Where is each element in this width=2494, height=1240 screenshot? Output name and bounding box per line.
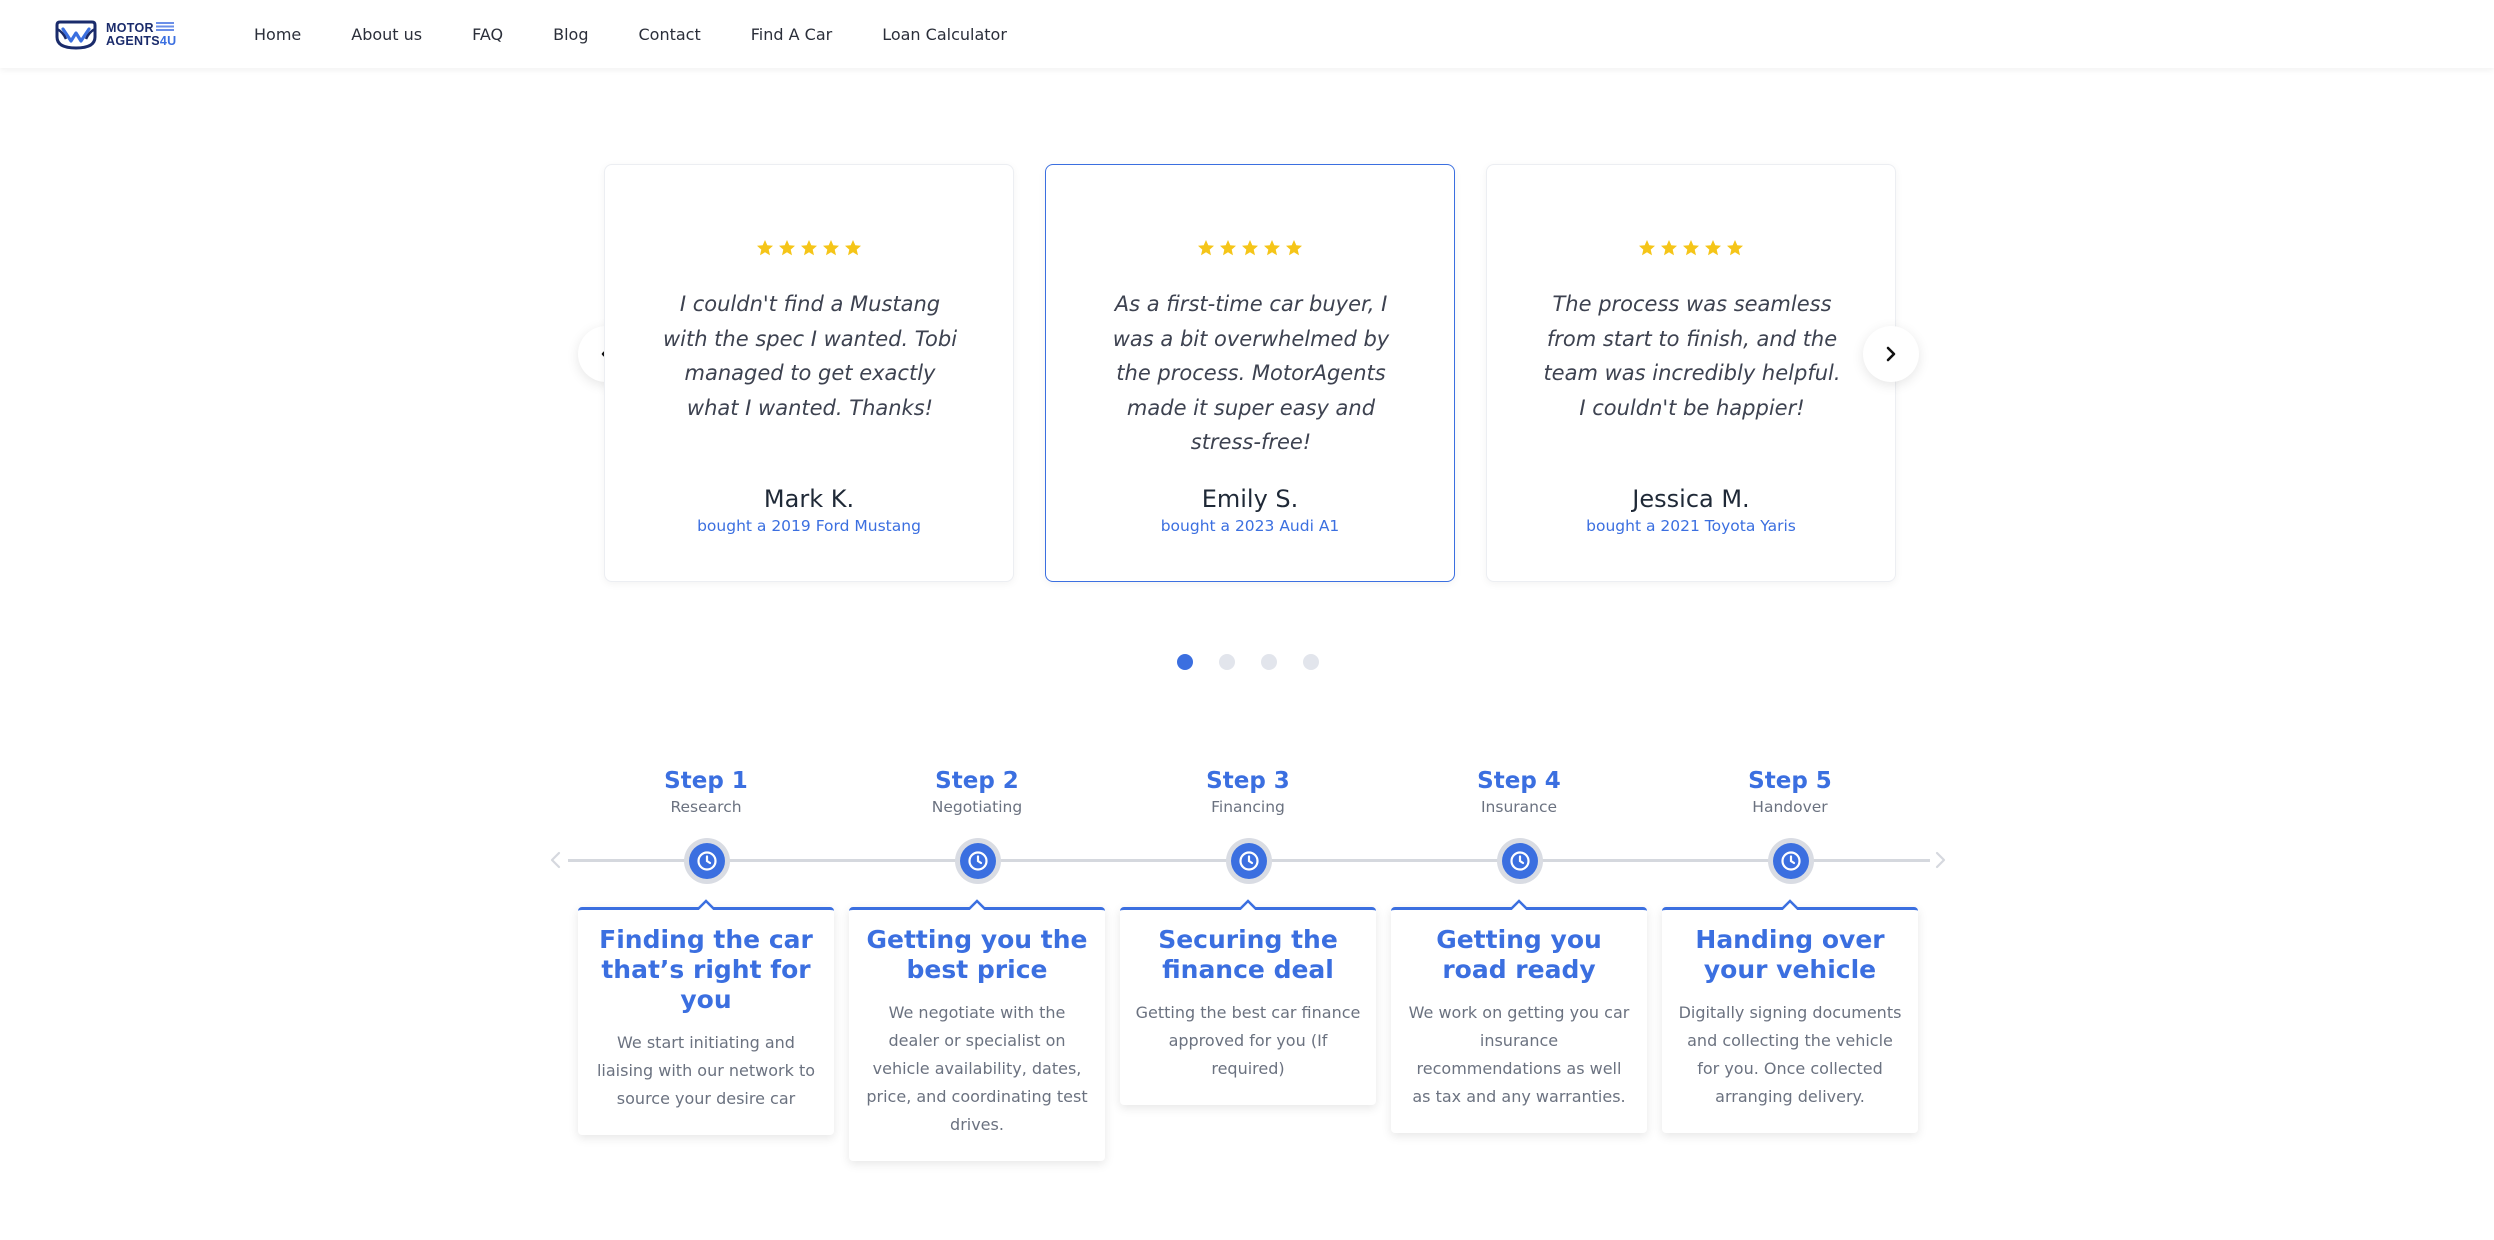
carousel-dot-2[interactable] [1219, 654, 1235, 670]
star-icon [801, 240, 817, 256]
card-notch [1781, 896, 1799, 910]
step-card-title: Finding the car that’s right for you [599, 925, 813, 1014]
star-icon [823, 240, 839, 256]
star-rating [1046, 239, 1454, 257]
testimonial-author: Emily S. [1201, 485, 1299, 513]
clock-icon [1510, 851, 1530, 871]
timeline-node-5[interactable] [1768, 838, 1814, 884]
star-icon [1198, 240, 1214, 256]
step-card-description: We work on getting you car insurance rec… [1408, 1003, 1630, 1106]
testimonial-author: Jessica M. [1632, 485, 1750, 513]
step-card-description: Digitally signing documents and collecti… [1678, 1003, 1902, 1106]
chevron-right-icon [1935, 851, 1946, 869]
chevron-right-icon [1886, 346, 1896, 362]
star-icon [779, 240, 795, 256]
testimonial-purchase: bought a 2019 Ford Mustang [697, 517, 921, 535]
site-logo[interactable]: MOTOR AGENTS4U [54, 18, 176, 52]
step-label: Step 5 [1748, 768, 1832, 794]
timeline-node-4[interactable] [1497, 838, 1543, 884]
step-card-title: Securing the finance deal [1158, 925, 1338, 984]
chevron-left-icon [550, 851, 561, 869]
step-header-4: Step 4 Insurance [1391, 768, 1647, 816]
carousel-next-button[interactable] [1863, 326, 1919, 382]
step-header-2: Step 2 Negotiating [849, 768, 1105, 816]
timeline-node-3[interactable] [1226, 838, 1272, 884]
star-icon [1661, 240, 1677, 256]
step-card-1: Finding the car that’s right for you We … [578, 899, 834, 1135]
testimonial-card: I couldn't find a Mustang with the spec … [604, 164, 1014, 582]
timeline-next-button[interactable] [1930, 849, 1950, 871]
nav-link-loan-calculator[interactable]: Loan Calculator [882, 25, 1007, 44]
star-rating [1487, 239, 1895, 257]
step-header-3: Step 3 Financing [1120, 768, 1376, 816]
logo-text: MOTOR AGENTS4U [106, 21, 177, 48]
clock-icon [697, 851, 717, 871]
nav-link-home[interactable]: Home [254, 25, 301, 44]
star-rating [605, 239, 1013, 257]
step-card-title: Getting you road ready [1436, 925, 1602, 984]
step-card-title: Handing over your vehicle [1695, 925, 1885, 984]
nav-link-faq[interactable]: FAQ [472, 25, 503, 44]
card-notch [697, 896, 715, 910]
star-icon [1705, 240, 1721, 256]
clock-icon [968, 851, 988, 871]
clock-icon [1239, 851, 1259, 871]
step-card-5: Handing over your vehicle Digitally sign… [1662, 899, 1918, 1133]
logo-mark-icon [55, 20, 97, 50]
step-card-description: We negotiate with the dealer or speciali… [866, 1003, 1088, 1134]
nav-links: Home About us FAQ Blog Contact Find A Ca… [254, 0, 1057, 68]
star-icon [1683, 240, 1699, 256]
step-name: Handover [1752, 798, 1828, 816]
testimonial-quote: The process was seamless from start to f… [1543, 292, 1841, 420]
timeline-node-1[interactable] [684, 838, 730, 884]
step-header-5: Step 5 Handover [1662, 768, 1918, 816]
step-card-description: We start initiating and liaising with ou… [596, 1033, 816, 1108]
step-name: Financing [1211, 798, 1285, 816]
nav-link-about[interactable]: About us [351, 25, 422, 44]
step-card-3: Securing the finance deal Getting the be… [1120, 899, 1376, 1105]
star-icon [1264, 240, 1280, 256]
step-card-title: Getting you the best price [866, 925, 1088, 984]
step-label: Step 4 [1477, 768, 1561, 794]
star-icon [1242, 240, 1258, 256]
step-name: Insurance [1480, 798, 1558, 816]
testimonial-author: Mark K. [763, 485, 855, 513]
step-card-2: Getting you the best price We negotiate … [849, 899, 1105, 1161]
timeline-prev-button[interactable] [546, 849, 566, 871]
star-icon [1220, 240, 1236, 256]
nav-link-blog[interactable]: Blog [553, 25, 588, 44]
testimonial-quote: I couldn't find a Mustang with the spec … [662, 292, 958, 420]
testimonial-purchase: bought a 2023 Audi A1 [1160, 517, 1340, 535]
testimonial-quote: As a first-time car buyer, I was a bit o… [1112, 292, 1390, 454]
step-card-description: Getting the best car finance approved fo… [1135, 1003, 1361, 1078]
step-card-4: Getting you road ready We work on gettin… [1391, 899, 1647, 1133]
timeline-node-2[interactable] [955, 838, 1001, 884]
step-label: Step 2 [935, 768, 1019, 794]
carousel-dot-3[interactable] [1261, 654, 1277, 670]
step-name: Negotiating [931, 798, 1023, 816]
testimonial-purchase: bought a 2021 Toyota Yaris [1586, 517, 1796, 535]
step-header-1: Step 1 Research [578, 768, 834, 816]
card-notch [1510, 896, 1528, 910]
star-icon [1727, 240, 1743, 256]
star-icon [1286, 240, 1302, 256]
carousel-dot-4[interactable] [1303, 654, 1319, 670]
nav-link-contact[interactable]: Contact [639, 25, 701, 44]
top-nav: MOTOR AGENTS4U Home About us FAQ Blog Co… [0, 0, 2494, 68]
carousel-pagination [1177, 654, 1319, 670]
testimonial-card: The process was seamless from start to f… [1486, 164, 1896, 582]
step-name: Research [670, 798, 742, 816]
card-notch [968, 896, 986, 910]
step-label: Step 1 [664, 768, 748, 794]
star-icon [757, 240, 773, 256]
star-icon [1639, 240, 1655, 256]
nav-link-find-a-car[interactable]: Find A Car [751, 25, 832, 44]
clock-icon [1781, 851, 1801, 871]
carousel-dot-1[interactable] [1177, 654, 1193, 670]
card-notch [1239, 896, 1257, 910]
testimonial-card-active: As a first-time car buyer, I was a bit o… [1045, 164, 1455, 582]
step-label: Step 3 [1206, 768, 1290, 794]
star-icon [845, 240, 861, 256]
